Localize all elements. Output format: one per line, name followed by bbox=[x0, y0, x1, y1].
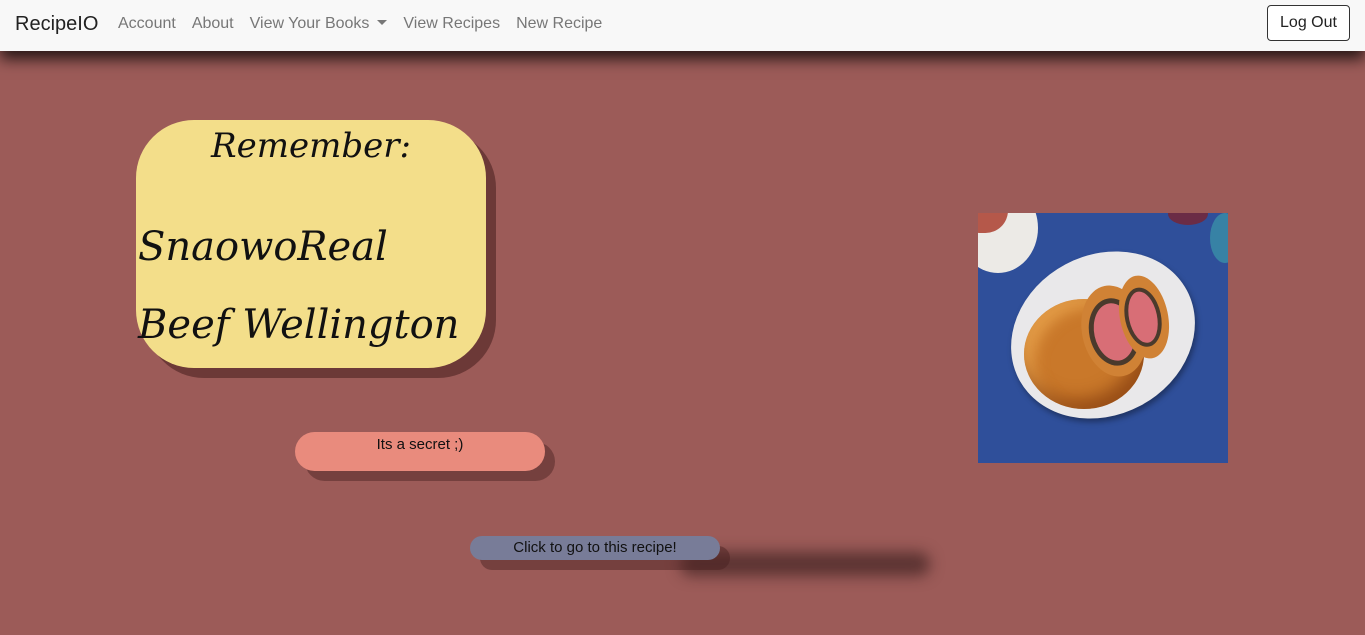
title-card: Remember: SnaowoReal Beef Wellington bbox=[136, 120, 486, 368]
nav-books-label: View Your Books bbox=[249, 15, 370, 32]
recipe-image[interactable] bbox=[978, 213, 1228, 463]
nav-links: Account About View Your Books View Recip… bbox=[118, 15, 618, 33]
nav-account[interactable]: Account bbox=[118, 15, 176, 33]
logout-button[interactable]: Log Out bbox=[1267, 5, 1350, 41]
nav-new-recipe[interactable]: New Recipe bbox=[516, 15, 602, 33]
navbar: RecipeIO Account About View Your Books V… bbox=[0, 0, 1365, 51]
secret-badge: Its a secret ;) bbox=[295, 432, 545, 471]
water-glass bbox=[1210, 213, 1228, 263]
recipe-name: SnaowoReal Beef Wellington bbox=[138, 224, 460, 348]
side-plate bbox=[978, 213, 1038, 273]
side-slice bbox=[978, 213, 1008, 233]
beef-slice-small-center bbox=[1123, 288, 1163, 346]
nav-about[interactable]: About bbox=[192, 15, 234, 33]
brand-link[interactable]: RecipeIO bbox=[15, 13, 98, 36]
nav-books-dropdown[interactable]: View Your Books bbox=[250, 15, 388, 33]
go-to-recipe-button[interactable]: Click to go to this recipe! bbox=[470, 536, 720, 560]
card-heading: Remember: bbox=[211, 126, 411, 166]
chevron-down-icon bbox=[377, 20, 388, 25]
wine-glass bbox=[1168, 213, 1208, 225]
nav-view-recipes[interactable]: View Recipes bbox=[403, 15, 500, 33]
